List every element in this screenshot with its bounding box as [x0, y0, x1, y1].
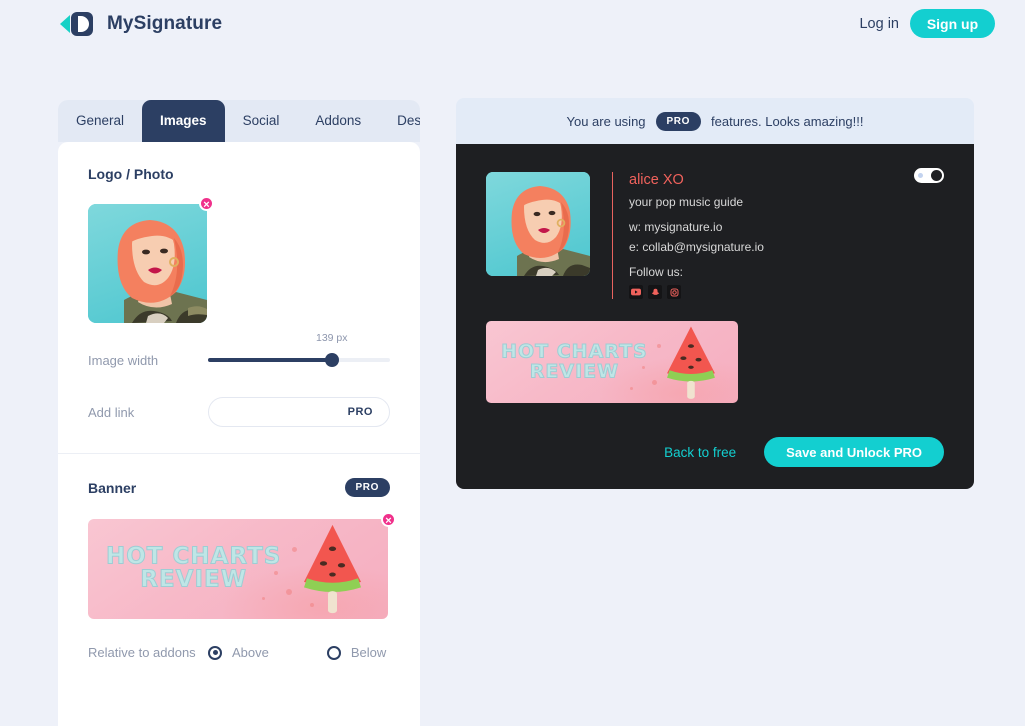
save-unlock-pro-button[interactable]: Save and Unlock PRO — [764, 437, 944, 468]
portrait-image — [486, 172, 590, 276]
tab-design[interactable]: Design — [379, 100, 420, 142]
banner-thumbnail-wrap: HOT CHARTS REVIEW × — [88, 512, 396, 619]
banner-line-1: HOT CHARTS — [105, 543, 282, 570]
banner-thumbnail[interactable]: HOT CHARTS REVIEW — [88, 519, 388, 619]
signature-preview: alice XO your pop music guide w: mysigna… — [456, 144, 974, 490]
close-icon[interactable]: × — [381, 512, 396, 527]
image-width-label: Image width — [88, 352, 159, 368]
radio-circle-icon — [208, 645, 222, 660]
relative-radio-group: Above Below — [208, 645, 386, 660]
image-width-row: Image width 139 px — [88, 332, 390, 371]
signature-tagline: your pop music guide — [629, 195, 744, 209]
tab-social[interactable]: Social — [225, 100, 298, 142]
preview-toggle[interactable] — [914, 168, 944, 183]
banner-pro-badge: PRO — [344, 478, 390, 497]
pro-notice-bar: You are using PRO features. Looks amazin… — [456, 98, 974, 144]
add-link-input[interactable]: PRO — [208, 397, 390, 427]
logo-photo-title: Logo / Photo — [88, 166, 174, 182]
brand-name: MySignature — [107, 13, 223, 34]
tab-addons[interactable]: Addons — [297, 100, 379, 142]
relative-to-addons-label: Relative to addons — [88, 645, 196, 660]
signature-email: e: collab@mysignature.io — [629, 239, 764, 254]
preview-panel: You are using PRO features. Looks amazin… — [456, 98, 974, 490]
editor-tabs: General Images Social Addons Design — [58, 100, 420, 142]
logo-thumbnail-wrap: × — [88, 196, 390, 323]
snapchat-icon[interactable] — [648, 285, 662, 300]
portrait-image — [88, 204, 207, 323]
image-width-slider[interactable]: 139 px — [208, 332, 390, 371]
signature-website: w: mysignature.io — [629, 220, 723, 235]
preview-actions: Back to free Save and Unlock PRO — [486, 437, 944, 468]
relative-to-addons-row: Relative to addons Above Below — [88, 645, 390, 660]
radio-below[interactable]: Below — [326, 645, 387, 660]
logo-photo-section: Logo / Photo × Image width 139 px Add li… — [58, 142, 420, 453]
login-link[interactable]: Log in — [859, 16, 899, 32]
signature-banner: HOT CHARTS REVIEW — [486, 321, 738, 404]
banner-section: Banner PRO HOT CHARTS REVIEW × Relative … — [58, 453, 420, 686]
banner-line-2: REVIEW — [529, 360, 620, 383]
editor-card: General Images Social Addons Design Logo… — [58, 100, 420, 726]
mysignature-logo-icon — [60, 10, 96, 38]
banner-artwork: HOT CHARTS REVIEW — [486, 321, 738, 404]
signature-avatar — [486, 172, 590, 276]
slider-handle[interactable] — [324, 353, 339, 367]
banner-title: Banner — [88, 479, 137, 496]
pro-notice-after: features. Looks amazing!!! — [711, 113, 864, 129]
banner-line-2: REVIEW — [140, 567, 248, 593]
signature-name: alice XO — [629, 172, 684, 188]
youtube-icon[interactable] — [629, 285, 643, 300]
add-link-label: Add link — [88, 404, 135, 420]
tab-general[interactable]: General — [58, 100, 142, 142]
signature-follow-label: Follow us: — [629, 265, 684, 280]
back-to-free-link[interactable]: Back to free — [664, 445, 736, 460]
signup-button[interactable]: Sign up — [910, 9, 995, 38]
slider-fill — [208, 358, 332, 362]
radio-above-label: Above — [232, 645, 269, 660]
pro-notice-badge: PRO — [655, 111, 702, 131]
image-width-value: 139 px — [315, 332, 348, 344]
signature-socials — [629, 285, 764, 300]
editor-panel: Logo / Photo × Image width 139 px Add li… — [58, 142, 420, 726]
top-bar: MySignature Log in Sign up — [0, 0, 1025, 50]
brand[interactable]: MySignature — [60, 10, 222, 38]
banner-artwork: HOT CHARTS REVIEW — [88, 519, 388, 619]
radio-above[interactable]: Above — [208, 645, 269, 660]
instagram-icon[interactable] — [667, 285, 681, 300]
radio-below-label: Below — [350, 645, 387, 660]
pro-notice-before: You are using — [566, 113, 646, 129]
signature-details: alice XO your pop music guide w: mysigna… — [612, 172, 764, 300]
logo-thumbnail[interactable] — [88, 204, 207, 323]
close-icon[interactable]: × — [199, 196, 214, 211]
tab-images[interactable]: Images — [142, 100, 225, 142]
add-link-row: Add link PRO — [88, 397, 390, 427]
add-link-pro-badge: PRO — [347, 406, 373, 418]
radio-circle-icon — [326, 645, 341, 660]
